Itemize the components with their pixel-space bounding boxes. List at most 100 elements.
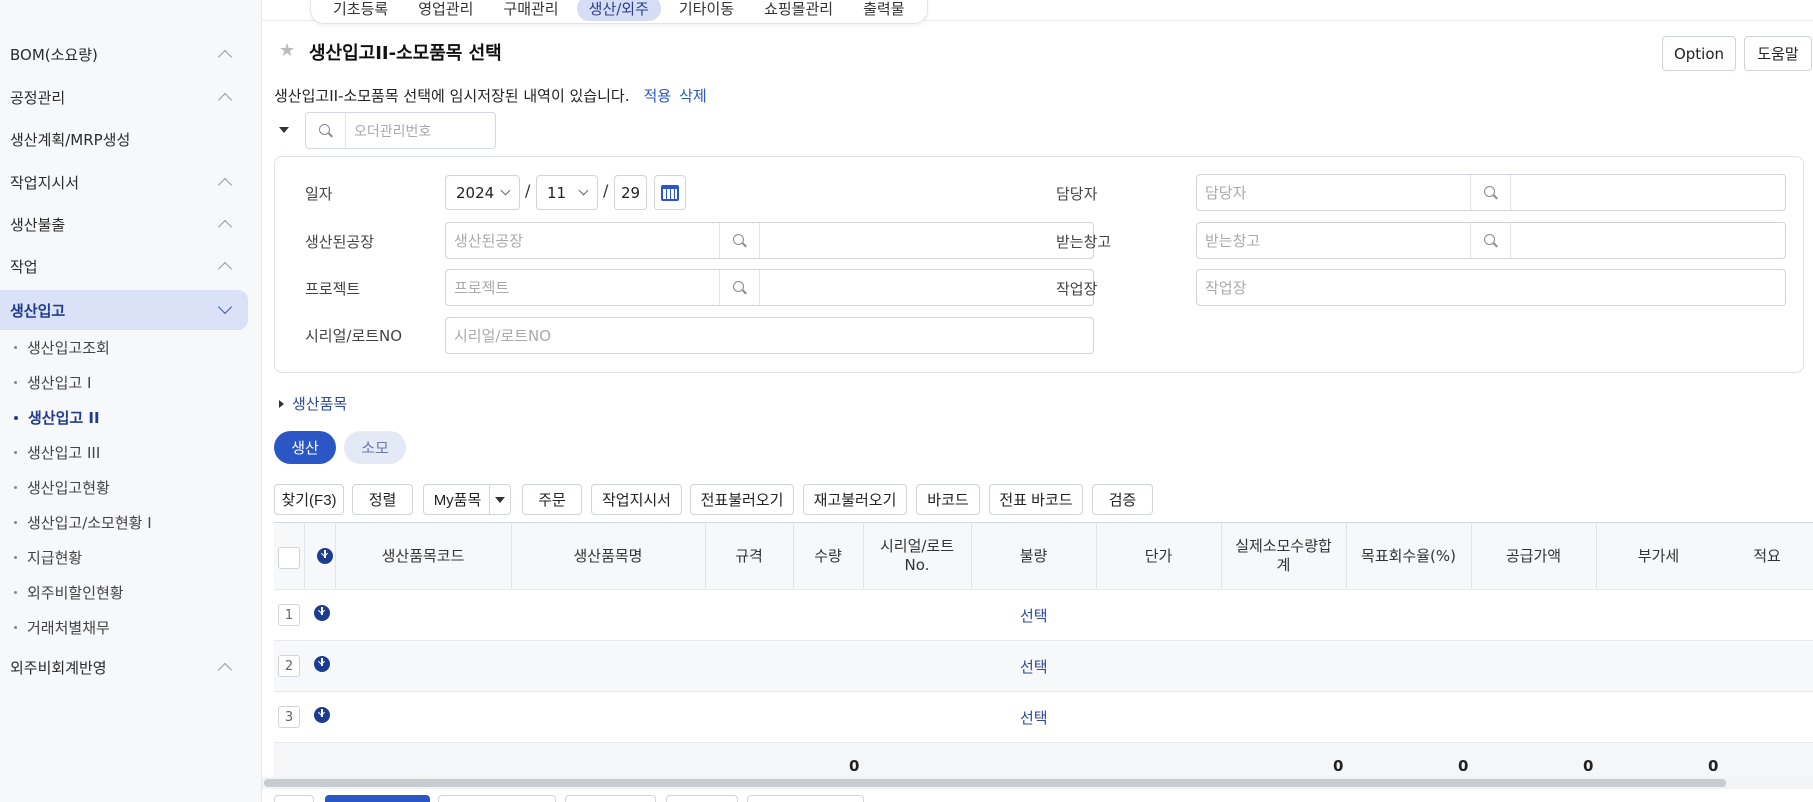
sidebar-item-receipt-status[interactable]: 생산입고현황 [14, 477, 110, 498]
calendar-button[interactable] [654, 175, 686, 210]
order-number-input[interactable]: 오더관리번호 [346, 121, 431, 141]
sidebar-group-workorder[interactable]: 작업지시서 [0, 162, 248, 202]
col-header-code[interactable]: 생산품목코드 [335, 523, 511, 589]
sidebar-item-receipt-inquiry[interactable]: 생산입고조회 [14, 337, 110, 358]
option-button[interactable]: Option [1662, 36, 1736, 71]
warehouse-input[interactable]: 받는창고 [1197, 223, 1471, 258]
factory-field[interactable]: 생산된공장 [445, 222, 1094, 259]
workorder-button[interactable]: 작업지시서 [591, 484, 682, 515]
project-field[interactable]: 프로젝트 [445, 269, 1094, 306]
col-header-price[interactable]: 단가 [1096, 523, 1221, 589]
tab-production[interactable]: 생산 [274, 431, 336, 464]
download-icon[interactable] [317, 548, 333, 564]
col-header-actual-consumption[interactable]: 실제소모수량합 계 [1221, 523, 1346, 589]
sidebar-group-bom[interactable]: BOM(소요량) [0, 34, 248, 74]
barcode-button[interactable]: 바코드 [916, 484, 980, 515]
download-icon[interactable] [314, 707, 330, 723]
bottom-button[interactable] [747, 795, 864, 802]
col-header-name[interactable]: 생산품목명 [511, 523, 705, 589]
sidebar-item-payment-status[interactable]: 지급현황 [14, 547, 82, 568]
top-menu-other-transfer[interactable]: 기타이동 [667, 0, 746, 21]
factory-search-button[interactable] [720, 223, 760, 258]
order-button[interactable]: 주문 [522, 484, 582, 515]
select-all-checkbox[interactable] [278, 547, 300, 569]
manager-field[interactable]: 담당자 [1196, 174, 1786, 211]
load-slip-button[interactable]: 전표불러오기 [690, 484, 794, 515]
col-header-note[interactable]: 적요 [1721, 523, 1813, 589]
year-select[interactable]: 2024 [445, 175, 520, 210]
project-search-button[interactable] [720, 270, 760, 305]
verify-button[interactable]: 검증 [1092, 484, 1153, 515]
sidebar-group-outsourcing[interactable]: 외주비회계반영 [0, 647, 248, 687]
search-button[interactable] [306, 113, 346, 148]
col-header-spec[interactable]: 규격 [705, 523, 793, 589]
bullet-icon [14, 346, 17, 349]
manager-search-button[interactable] [1471, 175, 1511, 210]
sidebar-item-label: 생산입고/소모현황 I [27, 514, 152, 532]
delete-temp-link[interactable]: 삭제 [679, 87, 707, 105]
favorite-star-icon[interactable]: ★ [279, 40, 295, 61]
top-menu-production[interactable]: 생산/외주 [576, 0, 661, 21]
serial-input[interactable]: 시리얼/로트NO [445, 317, 1094, 354]
col-header-defect[interactable]: 불량 [971, 523, 1096, 589]
download-icon[interactable] [314, 656, 330, 672]
footer-qty-total: 0 [849, 757, 860, 775]
sidebar-item-receipt-3[interactable]: 생산입고 III [14, 442, 100, 463]
slip-barcode-button[interactable]: 전표 바코드 [989, 484, 1083, 515]
warehouse-field[interactable]: 받는창고 [1196, 222, 1786, 259]
find-button[interactable]: 찾기(F3) [274, 484, 344, 515]
load-stock-button[interactable]: 재고불러오기 [803, 484, 907, 515]
my-items-button[interactable]: My품목 [423, 484, 492, 515]
sidebar-group-work[interactable]: 작업 [0, 246, 248, 286]
sidebar-group-process[interactable]: 공정관리 [0, 77, 248, 117]
sidebar-item-receipt-consumption-status[interactable]: 생산입고/소모현황 I [14, 512, 152, 533]
col-header-serial[interactable]: 시리얼/로트 No. [863, 523, 971, 589]
sidebar-item-outsourcing-discount[interactable]: 외주비할인현황 [14, 582, 124, 603]
save-button[interactable] [325, 795, 430, 802]
scrollbar-thumb[interactable] [264, 779, 1726, 787]
help-button[interactable]: 도움말 [1744, 36, 1812, 71]
apply-temp-link[interactable]: 적용 [644, 87, 672, 105]
top-menu-print[interactable]: 출력물 [851, 0, 916, 21]
chevron-up-icon [217, 662, 233, 677]
workplace-label: 작업장 [1056, 280, 1098, 298]
caret-down-icon[interactable] [279, 127, 289, 133]
col-header-vat[interactable]: 부가세 [1596, 523, 1721, 589]
col-header-supply[interactable]: 공급가액 [1471, 523, 1596, 589]
warehouse-search-button[interactable] [1471, 223, 1511, 258]
top-menu-purchase[interactable]: 구매관리 [491, 0, 570, 21]
sidebar-group-plan[interactable]: 생산계획/MRP생성 [0, 119, 248, 159]
month-select[interactable]: 11 [536, 175, 598, 210]
manager-input[interactable]: 담당자 [1197, 175, 1471, 210]
day-input[interactable]: 29 [614, 175, 647, 210]
top-menu-shopping-mall[interactable]: 쇼핑몰관리 [752, 0, 845, 21]
sidebar-item-receipt-2[interactable]: 생산입고 II [14, 407, 100, 428]
top-menu-sales[interactable]: 영업관리 [406, 0, 485, 21]
tab-consumption[interactable]: 소모 [344, 431, 406, 464]
sidebar-group-issue[interactable]: 생산불출 [0, 204, 248, 244]
sort-button[interactable]: 정렬 [352, 484, 413, 515]
horizontal-scrollbar[interactable] [262, 777, 1813, 789]
project-input[interactable]: 프로젝트 [446, 270, 720, 305]
workplace-input[interactable]: 작업장 [1196, 269, 1786, 306]
defect-select-link[interactable]: 선택 [1020, 605, 1048, 626]
my-items-dropdown[interactable] [489, 484, 511, 515]
factory-input[interactable]: 생산된공장 [446, 223, 720, 258]
top-menu-basic[interactable]: 기초등록 [321, 0, 400, 21]
defect-select-link[interactable]: 선택 [1020, 656, 1048, 677]
defect-select-link[interactable]: 선택 [1020, 707, 1048, 728]
sidebar-group-receipt[interactable]: 생산입고 [0, 290, 248, 330]
sidebar-item-vendor-payables[interactable]: 거래처별채무 [14, 617, 110, 638]
bottom-button[interactable] [438, 795, 556, 802]
bottom-button[interactable] [666, 795, 738, 802]
sidebar-item-receipt-1[interactable]: 생산입고 I [14, 372, 91, 393]
bottom-button[interactable] [565, 795, 656, 802]
search-form-panel: 일자 2024 / 11 / 29 생산된공장 생산된공장 프로젝트 프로젝트 … [274, 156, 1804, 373]
col-header-target-rate[interactable]: 목표회수율(%) [1346, 523, 1471, 589]
order-number-search[interactable]: 오더관리번호 [305, 112, 496, 149]
bullet-icon [14, 381, 17, 384]
download-icon[interactable] [314, 605, 330, 621]
col-header-qty[interactable]: 수량 [793, 523, 863, 589]
production-items-toggle[interactable]: 생산품목 [279, 393, 347, 414]
bottom-button[interactable] [274, 795, 314, 802]
